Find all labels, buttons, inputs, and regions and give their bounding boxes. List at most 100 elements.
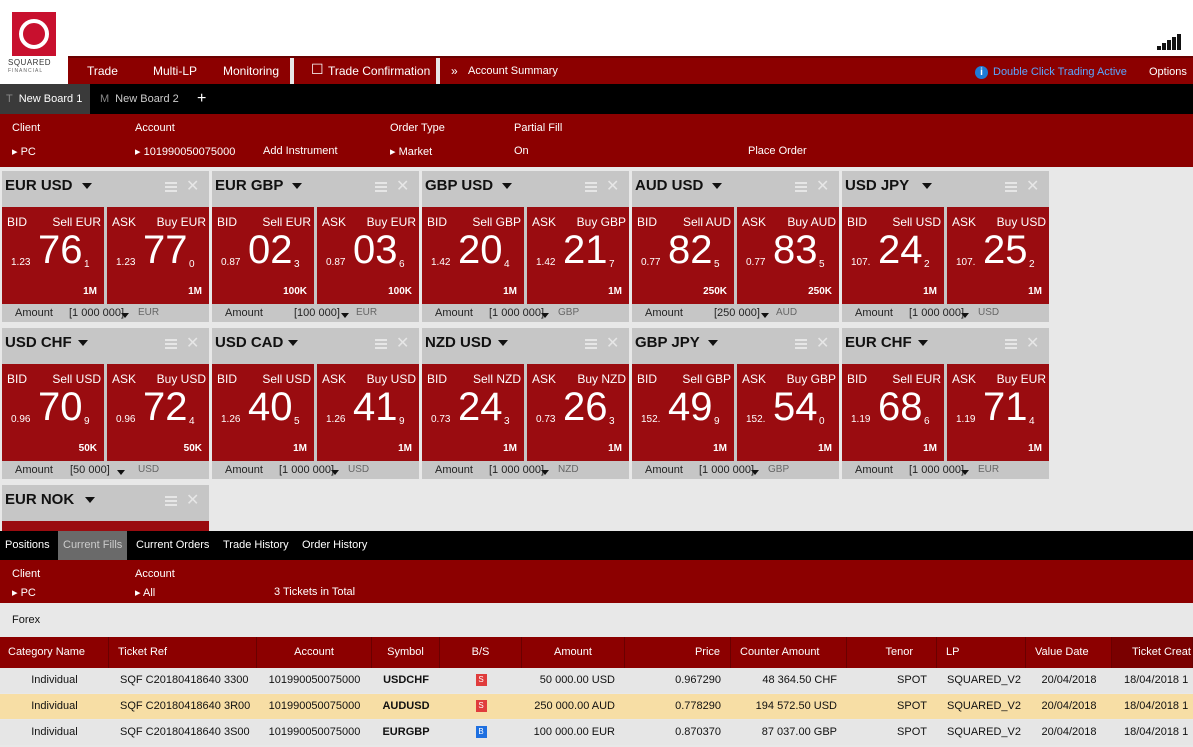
menu-account-summary[interactable]: Account Summary: [468, 65, 558, 77]
bid-price-button[interactable]: BID Sell EUR 1.23 76 1 1M: [2, 207, 104, 304]
column-header[interactable]: B/S: [440, 637, 522, 668]
close-icon[interactable]: ✕: [396, 333, 409, 353]
chevron-down-icon[interactable]: [502, 183, 512, 189]
checkbox-icon[interactable]: ☐: [311, 61, 324, 78]
ask-price-button[interactable]: ASK Buy EUR 0.87 03 6 100K: [317, 207, 419, 304]
chevron-down-icon[interactable]: [498, 340, 508, 346]
chevron-down-icon[interactable]: [918, 340, 928, 346]
currency-pair-selector[interactable]: GBP USD: [425, 177, 493, 194]
amount-selector[interactable]: [250 000]: [714, 307, 760, 319]
ask-price-button[interactable]: ASK Buy AUD 0.77 83 5 250K: [737, 207, 839, 304]
order-type-selector[interactable]: ▸ Market: [390, 145, 432, 158]
column-header[interactable]: Counter Amount: [731, 637, 847, 668]
currency-pair-selector[interactable]: EUR USD: [5, 177, 73, 194]
list-icon[interactable]: [375, 339, 387, 349]
ask-price-button[interactable]: ASK Buy NZD 0.73 26 3 1M: [527, 364, 629, 461]
list-icon[interactable]: [795, 182, 807, 192]
column-header[interactable]: Value Date: [1026, 637, 1112, 668]
ask-price-button[interactable]: ASK Buy USD 0.96 72 4 50K: [107, 364, 209, 461]
list-icon[interactable]: [165, 182, 177, 192]
column-header[interactable]: Account: [257, 637, 372, 668]
tab-positions[interactable]: Positions: [0, 531, 55, 560]
amount-selector[interactable]: [1 000 000]: [489, 307, 544, 319]
tab-trade-history[interactable]: Trade History: [218, 531, 294, 560]
close-icon[interactable]: ✕: [186, 490, 199, 510]
ask-price-button[interactable]: ASK Buy GBP 152. 54 0 1M: [737, 364, 839, 461]
ask-price-button[interactable]: ASK Buy GBP 1.42 21 7 1M: [527, 207, 629, 304]
amount-selector[interactable]: [1 000 000]: [69, 307, 124, 319]
ask-price-button[interactable]: ASK Buy EUR 1.19 71 4 1M: [947, 364, 1049, 461]
menu-trade-confirmation[interactable]: Trade Confirmation: [328, 64, 430, 78]
list-icon[interactable]: [1005, 182, 1017, 192]
chevron-down-icon[interactable]: [78, 340, 88, 346]
options-menu[interactable]: Options: [1149, 66, 1187, 78]
menu-monitoring[interactable]: Monitoring: [223, 64, 279, 78]
list-icon[interactable]: [165, 496, 177, 506]
currency-pair-selector[interactable]: GBP JPY: [635, 334, 700, 351]
chevron-down-icon[interactable]: [331, 470, 339, 475]
chevron-down-icon[interactable]: [922, 183, 932, 189]
currency-pair-selector[interactable]: USD CAD: [215, 334, 283, 351]
tab-current-fills[interactable]: Current Fills: [58, 531, 128, 560]
tab-order-history[interactable]: Order History: [297, 531, 372, 560]
chevron-down-icon[interactable]: [961, 470, 969, 475]
bid-price-button[interactable]: BID Sell USD 107. 24 2 1M: [842, 207, 944, 304]
column-header[interactable]: Symbol: [372, 637, 440, 668]
amount-selector[interactable]: [1 000 000]: [909, 464, 964, 476]
chevron-down-icon[interactable]: [541, 470, 549, 475]
table-row[interactable]: Individual SQF C20180418640 3R00 101990050…: [0, 694, 1193, 719]
filter-account-selector[interactable]: ▸ All: [135, 586, 155, 599]
chevron-down-icon[interactable]: [85, 497, 95, 503]
bid-price-button[interactable]: BID Sell GBP 1.42 20 4 1M: [422, 207, 524, 304]
tab-current-orders[interactable]: Current Orders: [131, 531, 214, 560]
chevron-down-icon[interactable]: [82, 183, 92, 189]
menu-multi-lp[interactable]: Multi-LP: [153, 64, 197, 78]
ask-price-button[interactable]: ASK Buy USD 1.26 41 9 1M: [317, 364, 419, 461]
chevron-down-icon[interactable]: [121, 313, 129, 318]
currency-pair-selector[interactable]: AUD USD: [635, 177, 703, 194]
close-icon[interactable]: ✕: [606, 333, 619, 353]
close-icon[interactable]: ✕: [186, 176, 199, 196]
table-row[interactable]: Individual SQF C20180418640 3S00 101990050…: [0, 720, 1193, 745]
chevron-down-icon[interactable]: [117, 470, 125, 475]
column-header[interactable]: Tenor: [847, 637, 937, 668]
currency-pair-selector[interactable]: EUR NOK: [5, 491, 74, 508]
close-icon[interactable]: ✕: [816, 333, 829, 353]
chevron-down-icon[interactable]: [292, 183, 302, 189]
list-icon[interactable]: [585, 182, 597, 192]
close-icon[interactable]: ✕: [816, 176, 829, 196]
filter-client-selector[interactable]: ▸ PC: [12, 586, 36, 599]
chevron-down-icon[interactable]: [751, 470, 759, 475]
bid-price-button[interactable]: BID Sell EUR 0.87 02 3 100K: [212, 207, 314, 304]
client-selector[interactable]: ▸ PC: [12, 145, 36, 158]
ask-price-button[interactable]: ASK Buy USD 107. 25 2 1M: [947, 207, 1049, 304]
column-header[interactable]: Category Name: [0, 637, 109, 668]
list-icon[interactable]: [165, 339, 177, 349]
column-header[interactable]: LP: [937, 637, 1026, 668]
chevron-down-icon[interactable]: [961, 313, 969, 318]
list-icon[interactable]: [375, 182, 387, 192]
bid-price-button[interactable]: BID Sell GBP 152. 49 9 1M: [632, 364, 734, 461]
bid-price-button[interactable]: BID Sell NZD 0.73 24 3 1M: [422, 364, 524, 461]
chevron-down-icon[interactable]: [288, 340, 298, 346]
bid-price-button[interactable]: BID Sell USD 0.96 70 9 50K: [2, 364, 104, 461]
close-icon[interactable]: ✕: [1026, 333, 1039, 353]
chevron-down-icon[interactable]: [761, 313, 769, 318]
amount-selector[interactable]: [50 000]: [70, 464, 110, 476]
chevron-down-icon[interactable]: [541, 313, 549, 318]
list-icon[interactable]: [585, 339, 597, 349]
amount-selector[interactable]: [1 000 000]: [909, 307, 964, 319]
chevron-down-icon[interactable]: [341, 313, 349, 318]
table-row[interactable]: Individual SQF C20180418640 3300 101990050…: [0, 668, 1193, 693]
close-icon[interactable]: ✕: [606, 176, 619, 196]
currency-pair-selector[interactable]: EUR CHF: [845, 334, 912, 351]
column-header[interactable]: Amount: [522, 637, 625, 668]
currency-pair-selector[interactable]: USD CHF: [5, 334, 72, 351]
currency-pair-selector[interactable]: EUR GBP: [215, 177, 283, 194]
double-click-trading-status[interactable]: Double Click Trading Active: [993, 66, 1127, 78]
tab-new-board-2[interactable]: M New Board 2: [94, 84, 194, 114]
chevron-down-icon[interactable]: [708, 340, 718, 346]
amount-selector[interactable]: [1 000 000]: [699, 464, 754, 476]
amount-selector[interactable]: [1 000 000]: [489, 464, 544, 476]
account-selector[interactable]: ▸ 101990050075000: [135, 145, 235, 158]
